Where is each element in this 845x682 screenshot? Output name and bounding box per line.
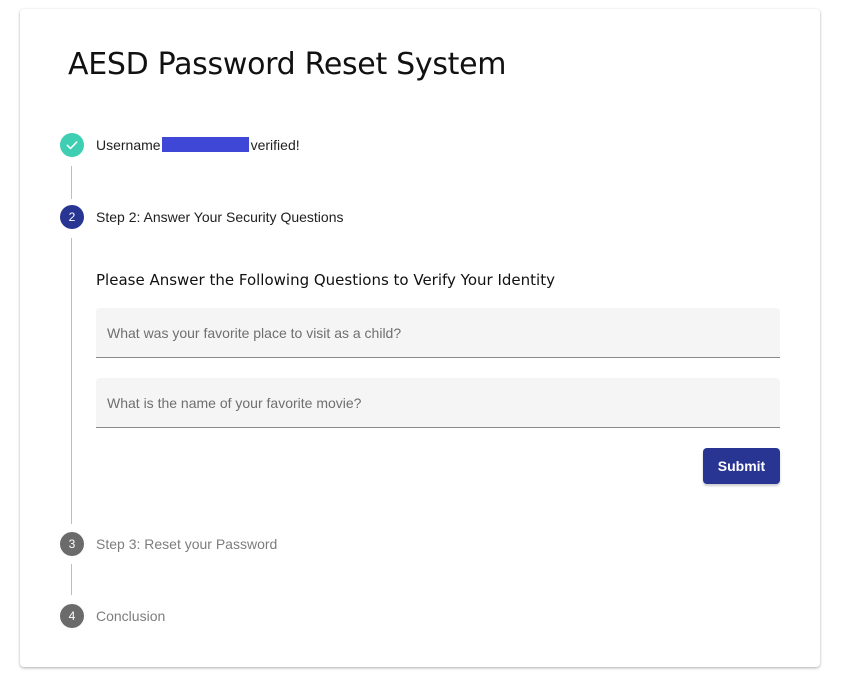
submit-button[interactable]: Submit xyxy=(703,448,780,484)
page-title: AESD Password Reset System xyxy=(68,47,507,82)
step-2-label: Step 2: Answer Your Security Questions xyxy=(96,209,344,225)
step-connector xyxy=(71,166,72,199)
security-questions-heading: Please Answer the Following Questions to… xyxy=(96,271,555,289)
redacted-username xyxy=(161,137,249,152)
step-3-label: Step 3: Reset your Password xyxy=(96,536,278,552)
step-1-label: Username verified! xyxy=(96,136,300,154)
step-2-indicator: 2 xyxy=(60,205,84,229)
security-question-1-input[interactable] xyxy=(96,308,780,358)
step-connector xyxy=(71,564,72,595)
step-connector xyxy=(71,238,72,524)
step-1-complete-indicator xyxy=(60,133,84,157)
check-icon xyxy=(66,141,78,150)
username-label: Username xyxy=(96,137,161,153)
verified-text: verified! xyxy=(250,137,300,153)
password-reset-card: AESD Password Reset System Username verif… xyxy=(20,9,820,667)
security-question-2-input[interactable] xyxy=(96,378,780,428)
step-3-indicator: 3 xyxy=(60,532,84,556)
step-4-indicator: 4 xyxy=(60,604,84,628)
step-4-label: Conclusion xyxy=(96,608,166,624)
